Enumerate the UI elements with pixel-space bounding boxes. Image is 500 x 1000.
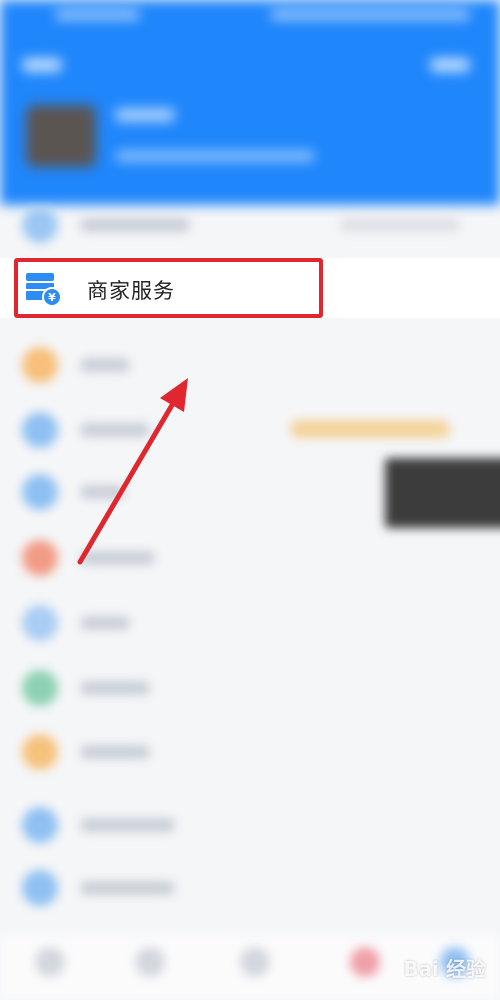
menu-item-icon: [22, 670, 58, 706]
promo-badge: [290, 420, 450, 438]
list-item[interactable]: [0, 195, 500, 255]
tab-icon[interactable]: [135, 947, 165, 977]
menu-item-label: [80, 818, 175, 832]
user-subtitle: [115, 150, 315, 162]
menu-item-label: [80, 551, 155, 565]
menu-item-label: [80, 218, 190, 232]
tab-icon[interactable]: [240, 947, 270, 977]
tab-icon[interactable]: [35, 947, 65, 977]
menu-item-icon: [22, 347, 58, 383]
menu-item-icon: [22, 605, 58, 641]
menu-item-label: [80, 358, 130, 372]
list-item[interactable]: [0, 795, 500, 855]
menu-item-label: [80, 423, 150, 437]
merchant-services-label: 商家服务: [87, 279, 175, 303]
menu-item-icon: [22, 807, 58, 843]
merchant-store-icon: ¥: [26, 273, 62, 307]
status-bar: [0, 0, 500, 30]
avatar[interactable]: [26, 105, 96, 167]
menu-item-icon: [22, 734, 58, 770]
list-item[interactable]: [0, 658, 500, 718]
merchant-services-row[interactable]: ¥ 商家服务: [0, 258, 500, 318]
list-item[interactable]: [0, 858, 500, 918]
user-name: [115, 108, 175, 122]
menu-item-label: [80, 681, 150, 695]
header-left-text[interactable]: [22, 58, 62, 72]
list-item[interactable]: [0, 593, 500, 653]
menu-item-label: [80, 881, 175, 895]
menu-item-label: [80, 745, 150, 759]
list-item[interactable]: [0, 722, 500, 782]
menu-item-icon: [22, 870, 58, 906]
profile-header: [0, 0, 500, 205]
svg-text:¥: ¥: [48, 291, 56, 304]
menu-item-icon: [22, 207, 58, 243]
menu-item-icon: [22, 412, 58, 448]
menu-item-label: [80, 485, 125, 499]
tab-icon[interactable]: [350, 947, 380, 977]
list-item[interactable]: [0, 528, 500, 588]
header-right-text[interactable]: [430, 58, 470, 72]
menu-item-label: [80, 616, 130, 630]
menu-item-icon: [22, 474, 58, 510]
list-item[interactable]: [0, 335, 500, 395]
baidu-watermark: Bai 经验: [403, 957, 486, 981]
floating-toast: [385, 458, 500, 528]
menu-item-icon: [22, 540, 58, 576]
